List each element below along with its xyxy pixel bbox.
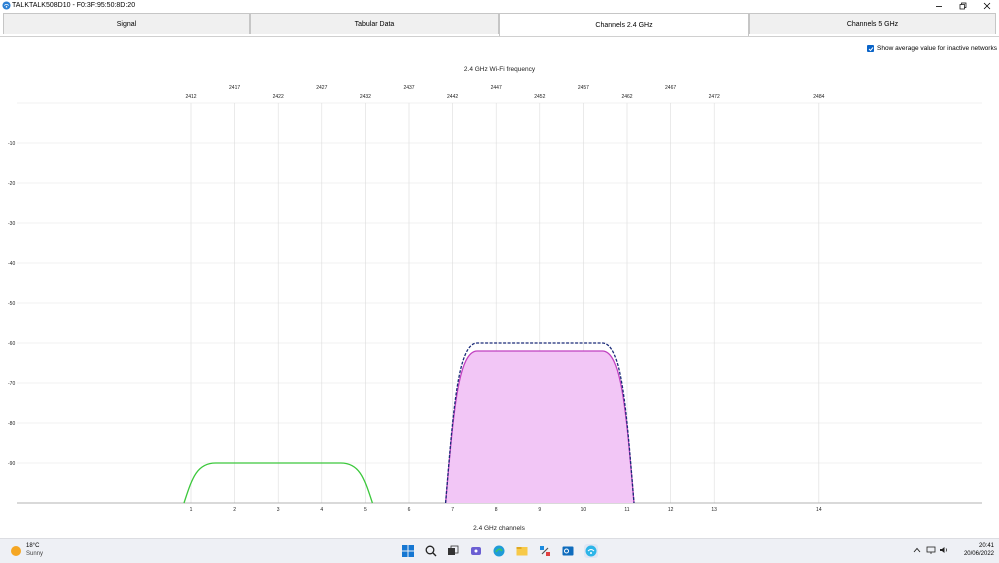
y-tick-label: -10 (8, 141, 15, 147)
clock-time[interactable]: 20:41 (944, 543, 994, 549)
window-title: TALKTALK508D10 - F0:3F:95:50:8D:20 (12, 2, 136, 9)
frequency-label: 2484 (813, 94, 824, 100)
show-average-checkbox[interactable] (867, 45, 874, 52)
tab-channels-5-ghz[interactable]: Channels 5 GHz (749, 13, 996, 34)
chat-button[interactable] (469, 544, 483, 558)
frequency-label: 2452 (534, 94, 545, 100)
channel-label: 11 (624, 507, 629, 513)
tab-tabular-data[interactable]: Tabular Data (250, 13, 499, 34)
clock-date[interactable]: 20/06/2022 (944, 551, 994, 557)
channel-label: 14 (816, 507, 822, 513)
title-bar: TALKTALK508D10 - F0:3F:95:50:8D:20 (0, 0, 999, 12)
restore-icon (959, 2, 967, 10)
frequency-label: 2457 (578, 85, 589, 91)
y-tick-label: -30 (8, 221, 15, 227)
channel-label: 5 (364, 507, 367, 513)
frequency-label: 2462 (621, 94, 632, 100)
frequency-label: 2467 (665, 85, 676, 91)
close-button[interactable] (975, 0, 999, 12)
wifi-app-taskbar-button[interactable] (584, 544, 598, 558)
network-signal-curve (444, 350, 635, 504)
frequency-label: 2472 (709, 94, 720, 100)
show-hidden-icons-button[interactable] (912, 545, 922, 555)
channel-label: 2 (233, 507, 236, 513)
x-axis-label: 2.4 GHz channels (473, 525, 525, 532)
network-tray-button[interactable] (926, 545, 936, 555)
show-average-label: Show average value for inactive networks (877, 45, 997, 52)
minimize-icon (936, 6, 942, 7)
chat-icon (471, 547, 481, 555)
outlook-icon (562, 546, 574, 556)
channel-label: 4 (320, 507, 323, 513)
channel-label: 12 (668, 507, 674, 513)
frequency-label: 2412 (185, 94, 196, 100)
frequency-label: 2427 (316, 85, 327, 91)
folder-icon (516, 547, 528, 556)
y-tick-label: -70 (8, 381, 15, 387)
frequency-label: 2437 (403, 85, 414, 91)
y-tick-label: -90 (8, 461, 15, 467)
search-button[interactable] (424, 544, 438, 558)
channel-label: 6 (408, 507, 411, 513)
tools-icon (540, 546, 550, 556)
y-tick-label: -20 (8, 181, 15, 187)
tab-channels-2-4-ghz[interactable]: Channels 2.4 GHz (499, 13, 749, 36)
close-icon (983, 2, 991, 10)
sun-icon[interactable] (11, 546, 21, 556)
channel-label: 10 (581, 507, 587, 513)
wifi-analyzer-icon (585, 545, 597, 557)
wifi-app-icon (2, 1, 11, 10)
channel-label: 3 (277, 507, 280, 513)
frequency-label: 2422 (273, 94, 284, 100)
channel-label: 8 (495, 507, 498, 513)
tab-bar: Signal Tabular Data Channels 2.4 GHz Cha… (0, 13, 999, 37)
channel-label: 9 (538, 507, 541, 513)
show-average-option[interactable]: Show average value for inactive networks (867, 45, 997, 52)
channel-label: 13 (711, 507, 717, 513)
task-view-icon (448, 545, 459, 555)
channel-chart: 2.4 GHz Wi-Fi frequency -10 -20 -30 -40 -50 -6… (8, 66, 982, 532)
edge-browser-icon (493, 545, 505, 557)
channel-label: 7 (451, 507, 454, 513)
y-tick-label: -60 (8, 341, 15, 347)
y-tick-label: -40 (8, 261, 15, 267)
taskbar: 18°C Sunny 20:41 20/06/2022 (0, 538, 999, 563)
y-tick-label: -50 (8, 301, 15, 307)
settings-app-button[interactable] (538, 544, 552, 558)
windows-logo-icon (402, 545, 414, 557)
minimize-button[interactable] (927, 0, 951, 12)
y-tick-label: -80 (8, 421, 15, 427)
frequency-label: 2442 (447, 94, 458, 100)
chart-title: 2.4 GHz Wi-Fi frequency (464, 66, 536, 73)
weather-condition[interactable]: Sunny (26, 551, 43, 557)
restore-button[interactable] (951, 0, 975, 12)
tab-signal[interactable]: Signal (3, 13, 250, 34)
task-view-button[interactable] (446, 544, 460, 558)
chevron-up-icon (913, 547, 921, 553)
frequency-label: 2432 (360, 94, 371, 100)
frequency-label: 2417 (229, 85, 240, 91)
monitor-network-icon (926, 546, 936, 554)
outlook-button[interactable] (561, 544, 575, 558)
weather-temperature[interactable]: 18°C (26, 543, 39, 549)
edge-button[interactable] (492, 544, 506, 558)
channel-label: 1 (190, 507, 193, 513)
checkmark-icon (868, 46, 873, 51)
file-explorer-button[interactable] (515, 544, 529, 558)
search-icon (425, 545, 437, 557)
start-button[interactable] (401, 544, 415, 558)
frequency-label: 2447 (491, 85, 502, 91)
